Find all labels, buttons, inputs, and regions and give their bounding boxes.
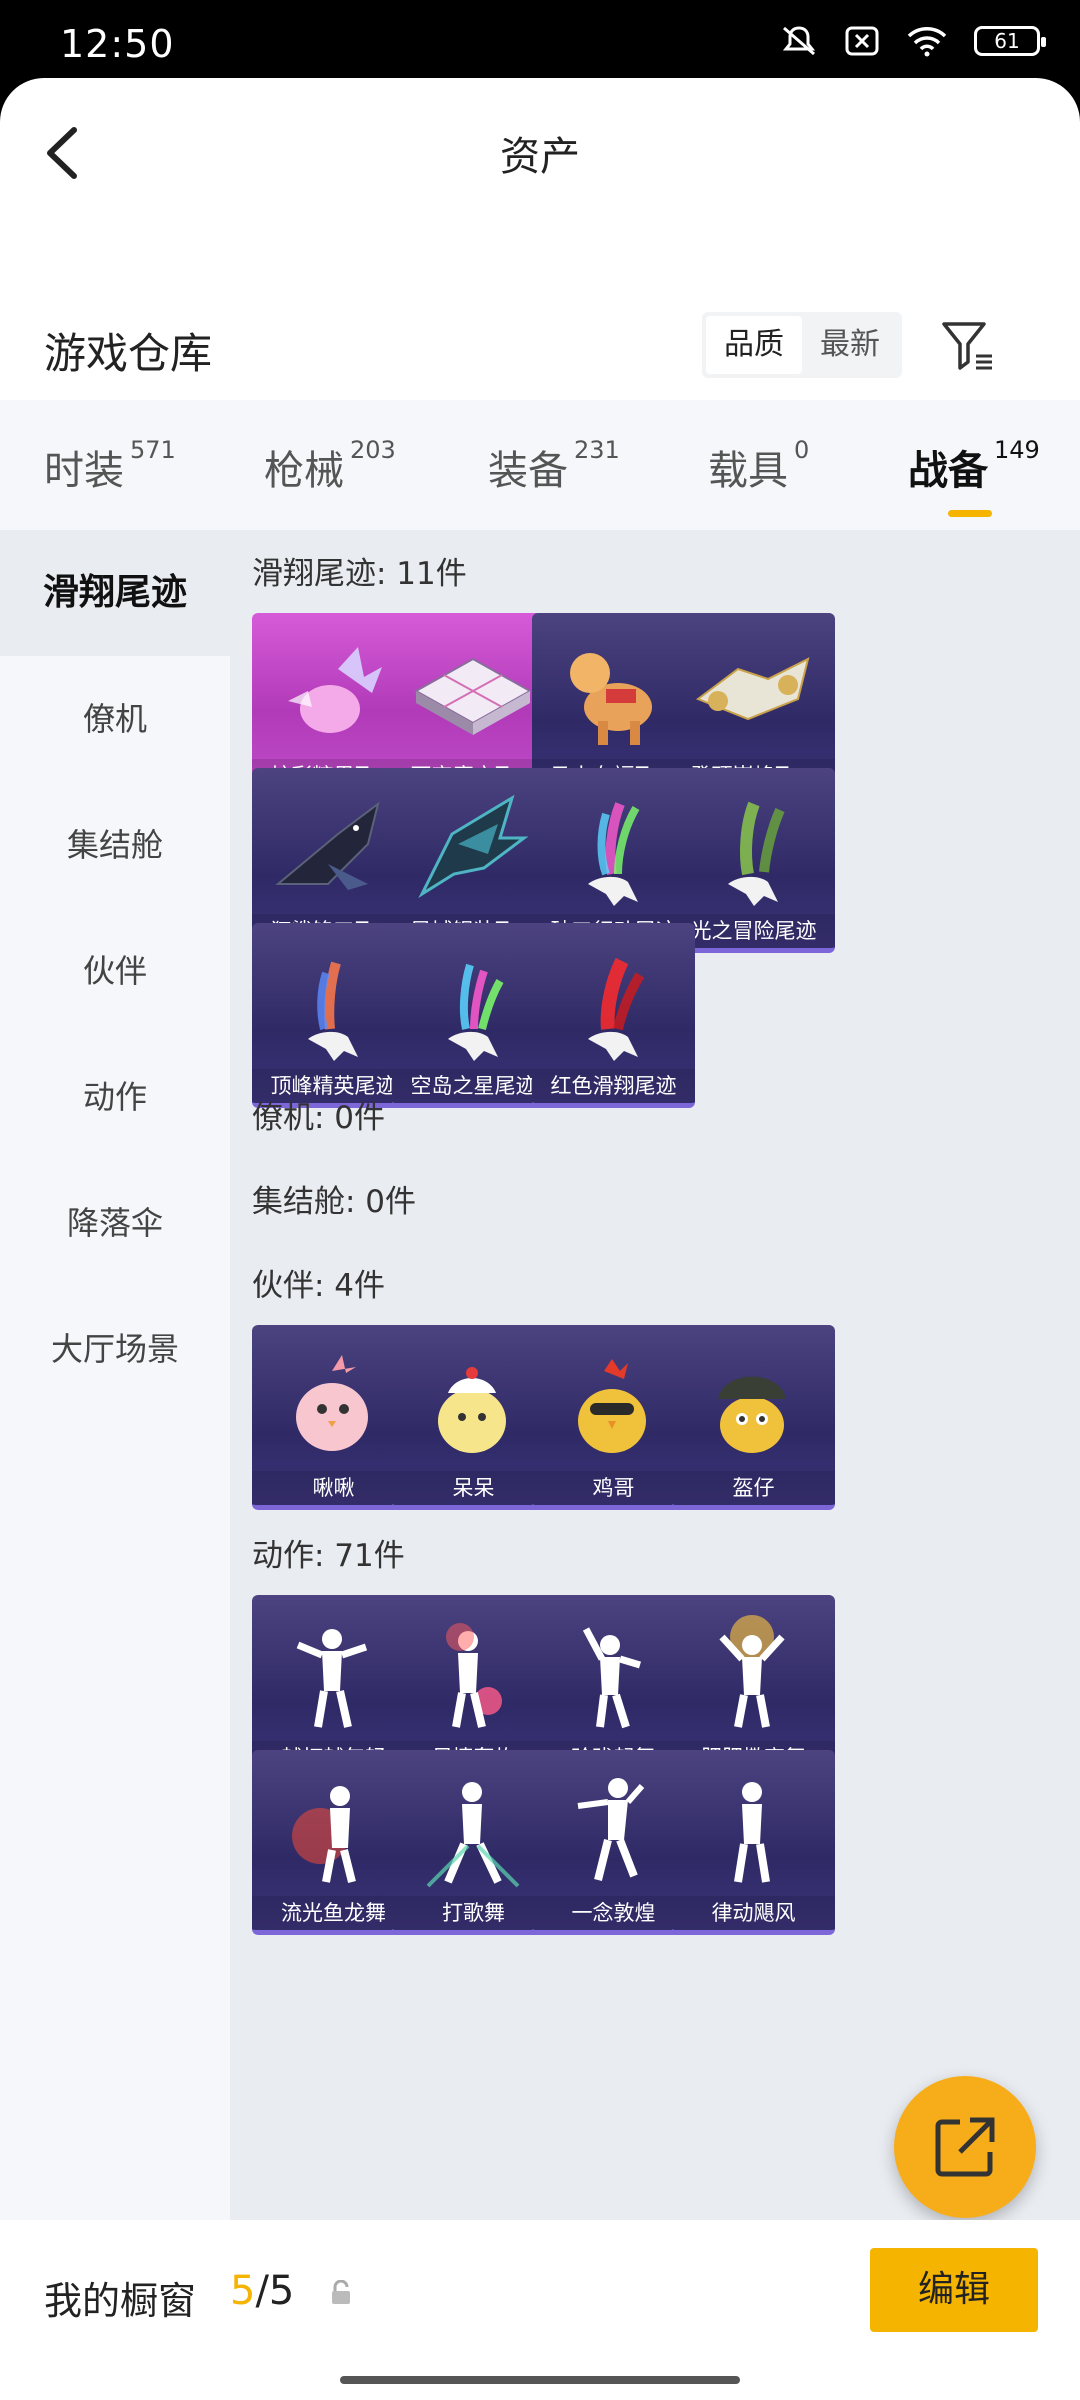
dance-pose-icon [446, 1623, 502, 1728]
dance-pose-icon [296, 1629, 368, 1728]
magic-cube-glider-icon [413, 657, 533, 735]
dance-pose-icon [426, 1782, 520, 1888]
sidebar: 滑翔尾迹 僚机 集结舱 伙伴 动作 降落伞 大厅场景 [0, 530, 230, 2400]
share-icon [935, 2117, 995, 2177]
top-bar: 资产 [0, 78, 1080, 228]
helmet-chick-icon [718, 1376, 786, 1453]
group-title-action: 动作: 71件 [252, 1538, 405, 1574]
pony-glider-icon [570, 653, 652, 745]
group-title-wingman: 僚机: 0件 [252, 1100, 386, 1136]
group-title-capsule: 集结舱: 0件 [252, 1184, 417, 1220]
wifi-icon [907, 27, 947, 57]
sky-star-trail-icon [448, 963, 504, 1061]
tab-supplies[interactable]: 战备 149 [908, 436, 1040, 496]
category-tabs: 时装 571 枪械 203 装备 231 载具 0 战备 149 [0, 400, 1080, 530]
rainbow-trail-icon [588, 802, 640, 906]
green-trail-icon [728, 801, 785, 906]
chick-icon [438, 1367, 506, 1453]
item-content: 滑翔尾迹: 11件 炫彩糖果飞… 百变魔方飞… 马上有福飞… 登顶巅峰飞… 狂鲨… [230, 530, 1080, 2220]
chicken-icon [578, 1359, 646, 1453]
exotic-glider-icon [418, 794, 529, 899]
app-panel: 资产 游戏仓库 品质 最新 时装 571 枪械 203 装备 231 载具 0 战备 14… [0, 78, 1080, 2400]
sort-newest-button[interactable]: 最新 [802, 316, 898, 374]
item-card[interactable]: 顶峰精英尾迹 [252, 923, 415, 1108]
status-bar: 12:50 61 [0, 0, 1080, 78]
tab-vehicles[interactable]: 载具 0 [708, 436, 809, 496]
item-card[interactable]: 光之冒险尾迹 [672, 768, 835, 953]
item-card[interactable]: 啾啾 [252, 1325, 415, 1510]
page-title: 资产 [500, 134, 580, 180]
dance-pose-icon [292, 1786, 356, 1883]
sidebar-item-capsule[interactable]: 集结舱 [0, 782, 230, 908]
group-title-trail: 滑翔尾迹: 11件 [252, 556, 467, 592]
mute-icon [782, 26, 816, 56]
status-icons: 61 [780, 24, 1046, 58]
warehouse-header: 游戏仓库 品质 最新 [0, 298, 1080, 398]
showcase-bar: 我的橱窗 5/5 编辑 [0, 2220, 1080, 2400]
sidebar-item-wingman[interactable]: 僚机 [0, 656, 230, 782]
showcase-count: 5/5 [230, 2268, 295, 2314]
dance-pose-icon [577, 1778, 645, 1881]
pink-bird-icon [296, 1355, 368, 1451]
tab-equipment[interactable]: 装备 231 [488, 436, 620, 496]
share-fab[interactable] [894, 2076, 1036, 2218]
item-card[interactable]: 盔仔 [672, 1325, 835, 1510]
sidebar-item-trail[interactable]: 滑翔尾迹 [0, 530, 230, 656]
item-card[interactable]: 一念敦煌 [532, 1750, 695, 1935]
battery-icon: 61 [974, 26, 1046, 56]
item-card[interactable]: 呆呆 [392, 1325, 555, 1510]
item-card[interactable]: 鸡哥 [532, 1325, 695, 1510]
dance-pose-icon [582, 1627, 642, 1729]
tab-fashion[interactable]: 时装 571 [44, 436, 176, 496]
tab-weapons[interactable]: 枪械 203 [264, 436, 396, 496]
lock-icon [332, 2280, 350, 2304]
item-card[interactable]: 红色滑翔尾迹 [532, 923, 695, 1108]
screen: 12:50 61 资产 游戏仓库 品质 最新 时装 571 枪械 203 装备 231… [0, 0, 1080, 2400]
item-card[interactable]: 空岛之星尾迹 [392, 923, 555, 1108]
peak-glider-icon [695, 657, 810, 721]
home-indicator[interactable] [340, 2376, 740, 2384]
group-title-partner: 伙伴: 4件 [252, 1268, 386, 1304]
dance-pose-icon [719, 1615, 785, 1728]
elite-trail-icon [308, 961, 358, 1061]
sidebar-item-lobby[interactable]: 大厅场景 [0, 1286, 230, 1412]
warehouse-title: 游戏仓库 [44, 329, 213, 378]
filter-icon[interactable] [940, 318, 996, 374]
sidebar-item-partner[interactable]: 伙伴 [0, 908, 230, 1034]
candy-glider-icon [288, 647, 382, 733]
sort-quality-button[interactable]: 品质 [706, 316, 802, 374]
shark-glider-icon [275, 801, 380, 890]
red-trail-icon [588, 957, 645, 1061]
sort-toggle: 品质 最新 [702, 312, 902, 378]
no-sim-icon [845, 26, 879, 56]
item-card[interactable]: 打歌舞 [392, 1750, 555, 1935]
dance-pose-icon [734, 1782, 770, 1883]
item-card[interactable]: 流光鱼龙舞 [252, 1750, 415, 1935]
sidebar-item-action[interactable]: 动作 [0, 1034, 230, 1160]
showcase-label: 我的橱窗 [44, 2279, 197, 2323]
active-tab-indicator [948, 510, 992, 517]
edit-button[interactable]: 编辑 [870, 2248, 1038, 2332]
sidebar-item-parachute[interactable]: 降落伞 [0, 1160, 230, 1286]
item-card[interactable]: 律动飓风 [672, 1750, 835, 1935]
status-time: 12:50 [60, 22, 175, 66]
